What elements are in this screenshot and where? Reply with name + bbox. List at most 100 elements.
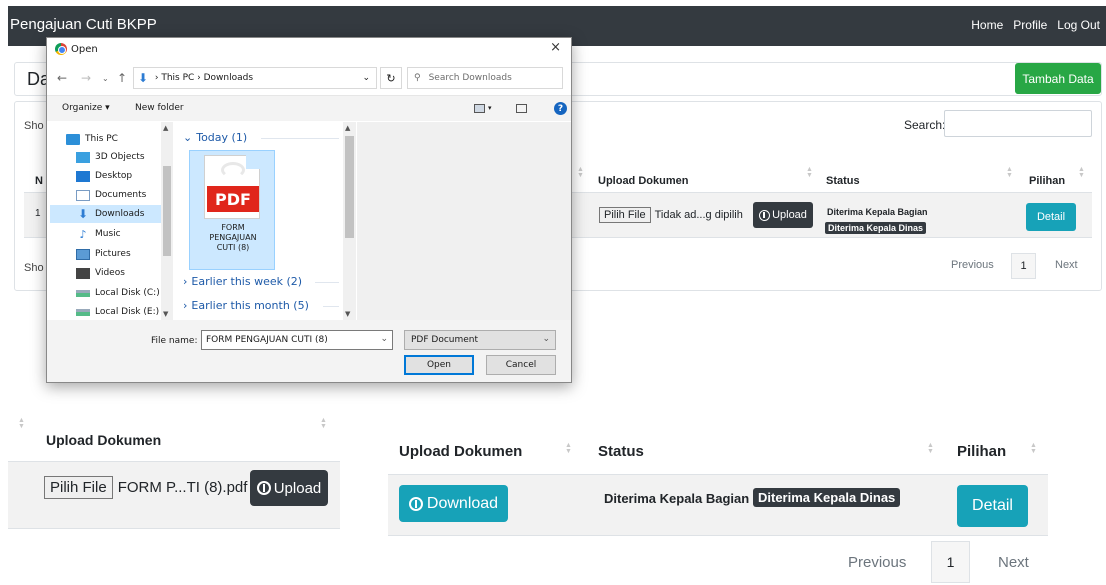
open-button[interactable]: Open — [404, 355, 474, 375]
nav-item-documents[interactable]: Documents — [76, 186, 146, 204]
back-arrow-icon[interactable]: ← — [57, 71, 67, 85]
pdf-file-icon: PDF — [204, 155, 260, 219]
sort-icon[interactable]: ▲ ▼ — [1006, 166, 1013, 179]
group-earlier-week[interactable]: › Earlier this week (2) — [183, 275, 302, 288]
pagination-next[interactable]: Next — [1055, 259, 1078, 271]
upload-button[interactable]: Upload — [753, 202, 813, 228]
nav-home-link[interactable]: Home — [971, 18, 1003, 32]
divider — [8, 528, 340, 529]
column-header-upload[interactable]: Upload Dokumen — [399, 443, 522, 460]
scrollbar-thumb[interactable] — [345, 136, 354, 238]
view-options-icon[interactable] — [474, 104, 485, 113]
sort-icon[interactable]: ▲ ▼ — [1078, 166, 1085, 179]
status-badge-dinas: Diterima Kepala Dinas — [753, 488, 901, 507]
nav-item-local-disk-c[interactable]: Local Disk (C:) — [76, 284, 160, 302]
search-downloads-input[interactable]: ⚲ Search Downloads — [407, 67, 563, 89]
sort-icon[interactable]: ▲ ▼ — [18, 417, 25, 430]
acrobat-swirl-icon — [221, 162, 245, 178]
nav-profile-link[interactable]: Profile — [1013, 18, 1047, 32]
pagination-next[interactable]: Next — [998, 554, 1029, 571]
sort-icon[interactable]: ▲ ▼ — [565, 442, 572, 455]
file-name-input[interactable]: FORM PENGAJUAN CUTI (8) ⌄ — [201, 330, 393, 350]
column-header-upload[interactable]: Upload Dokumen — [46, 432, 161, 448]
sort-icon[interactable]: ▲ ▼ — [806, 166, 813, 179]
recent-locations-icon[interactable]: ⌄ — [102, 74, 109, 83]
search-input[interactable] — [944, 110, 1092, 137]
nav-item-local-disk-e[interactable]: Local Disk (E:) — [76, 303, 159, 320]
help-icon[interactable]: ? — [554, 102, 567, 115]
divider — [261, 138, 339, 139]
search-icon: ⚲ — [414, 73, 421, 83]
cloud-upload-icon — [759, 209, 771, 221]
detail-button[interactable]: Detail — [1026, 203, 1076, 231]
sort-icon[interactable]: ▲ ▼ — [577, 166, 584, 179]
file-list-scrollbar[interactable]: ▲ ▼ — [343, 122, 356, 320]
document-icon — [76, 189, 90, 201]
pagination-page-1[interactable]: 1 — [1011, 253, 1036, 279]
nav-item-downloads[interactable]: ⬇ Downloads — [50, 205, 161, 223]
sort-icon[interactable]: ▲ ▼ — [320, 417, 327, 430]
chevron-down-icon[interactable]: ▾ — [488, 104, 492, 112]
chevron-down-icon[interactable]: ⌄ — [380, 334, 388, 344]
sort-icon[interactable]: ▲ ▼ — [1030, 442, 1037, 455]
upload-button[interactable]: Upload — [250, 470, 328, 506]
download-button[interactable]: Download — [399, 485, 508, 522]
up-arrow-icon[interactable]: ↑ — [117, 71, 127, 85]
column-header-pilihan[interactable]: Pilihan — [957, 443, 1006, 460]
preview-pane-icon[interactable] — [516, 104, 527, 113]
sort-icon[interactable]: ▲ ▼ — [927, 442, 934, 455]
column-header-pilihan[interactable]: Pilihan — [1029, 175, 1065, 187]
address-bar[interactable]: ⬇ › This PC › Downloads ⌄ — [133, 67, 377, 89]
group-earlier-month[interactable]: › Earlier this month (5) — [183, 299, 309, 312]
scroll-down-icon[interactable]: ▼ — [163, 310, 168, 318]
add-data-button[interactable]: Tambah Data — [1015, 63, 1101, 94]
file-item-pdf[interactable]: PDF FORM PENGAJUAN CUTI (8) — [189, 150, 275, 270]
scroll-up-icon[interactable]: ▲ — [163, 124, 168, 132]
group-today[interactable]: ⌄ Today (1) — [183, 131, 247, 144]
app-brand[interactable]: Pengajuan Cuti BKPP — [10, 16, 157, 33]
nav-item-label: Documents — [95, 190, 147, 200]
cancel-button[interactable]: Cancel — [486, 355, 556, 375]
status-badge-bagian: Diterima Kepala Bagian — [827, 207, 928, 217]
nav-item-desktop[interactable]: Desktop — [76, 167, 132, 185]
new-folder-button[interactable]: New folder — [135, 103, 184, 113]
chevron-right-icon: › — [183, 275, 188, 288]
column-header-status[interactable]: Status — [598, 443, 644, 460]
file-input[interactable]: Pilih File FORM P...TI (8).pdf — [44, 472, 247, 502]
choose-file-button[interactable]: Pilih File — [599, 207, 651, 223]
pagination-previous[interactable]: Previous — [848, 554, 906, 571]
disk-icon — [76, 289, 90, 297]
column-header-upload[interactable]: Upload Dokumen — [598, 175, 688, 187]
forward-arrow-icon[interactable]: → — [81, 71, 91, 85]
nav-item-pictures[interactable]: Pictures — [76, 245, 131, 263]
refresh-icon[interactable]: ↻ — [380, 67, 402, 89]
nav-item-this-pc[interactable]: This PC — [66, 130, 118, 148]
pagination-page-1[interactable]: 1 — [931, 541, 970, 583]
scroll-up-icon[interactable]: ▲ — [345, 124, 350, 132]
page: Pengajuan Cuti BKPP Home Profile Log Out… — [0, 0, 1106, 585]
file-input[interactable]: Pilih File Tidak ad...g dipilih — [599, 205, 743, 225]
breadcrumb-this-pc[interactable]: This PC — [161, 73, 194, 83]
organize-menu[interactable]: Organize ▾ — [62, 103, 110, 113]
file-type-select[interactable]: PDF Document ⌄ — [404, 330, 556, 350]
scroll-down-icon[interactable]: ▼ — [345, 310, 350, 318]
navigation-scrollbar[interactable]: ▲ ▼ — [161, 122, 173, 320]
chevron-down-icon[interactable]: ⌄ — [362, 73, 370, 83]
choose-file-button[interactable]: Pilih File — [44, 475, 113, 499]
scrollbar-thumb[interactable] — [163, 166, 171, 256]
nav-item-label: Desktop — [95, 171, 133, 181]
nav-item-3d-objects[interactable]: 3D Objects — [76, 148, 145, 166]
breadcrumb-downloads[interactable]: Downloads — [204, 73, 253, 83]
close-icon[interactable]: × — [550, 40, 561, 55]
selected-file-name: FORM P...TI (8).pdf — [117, 478, 248, 496]
nav-item-videos[interactable]: Videos — [76, 264, 125, 282]
music-icon: ♪ — [79, 227, 87, 241]
column-header-status[interactable]: Status — [826, 175, 860, 187]
nav-logout-link[interactable]: Log Out — [1057, 18, 1100, 32]
detail-button[interactable]: Detail — [957, 485, 1028, 527]
column-header-no[interactable]: N — [35, 175, 43, 187]
computer-icon — [66, 133, 80, 145]
pagination-previous[interactable]: Previous — [951, 259, 994, 271]
group-label: Today (1) — [196, 131, 248, 144]
nav-item-music[interactable]: ♪ Music — [76, 225, 120, 243]
